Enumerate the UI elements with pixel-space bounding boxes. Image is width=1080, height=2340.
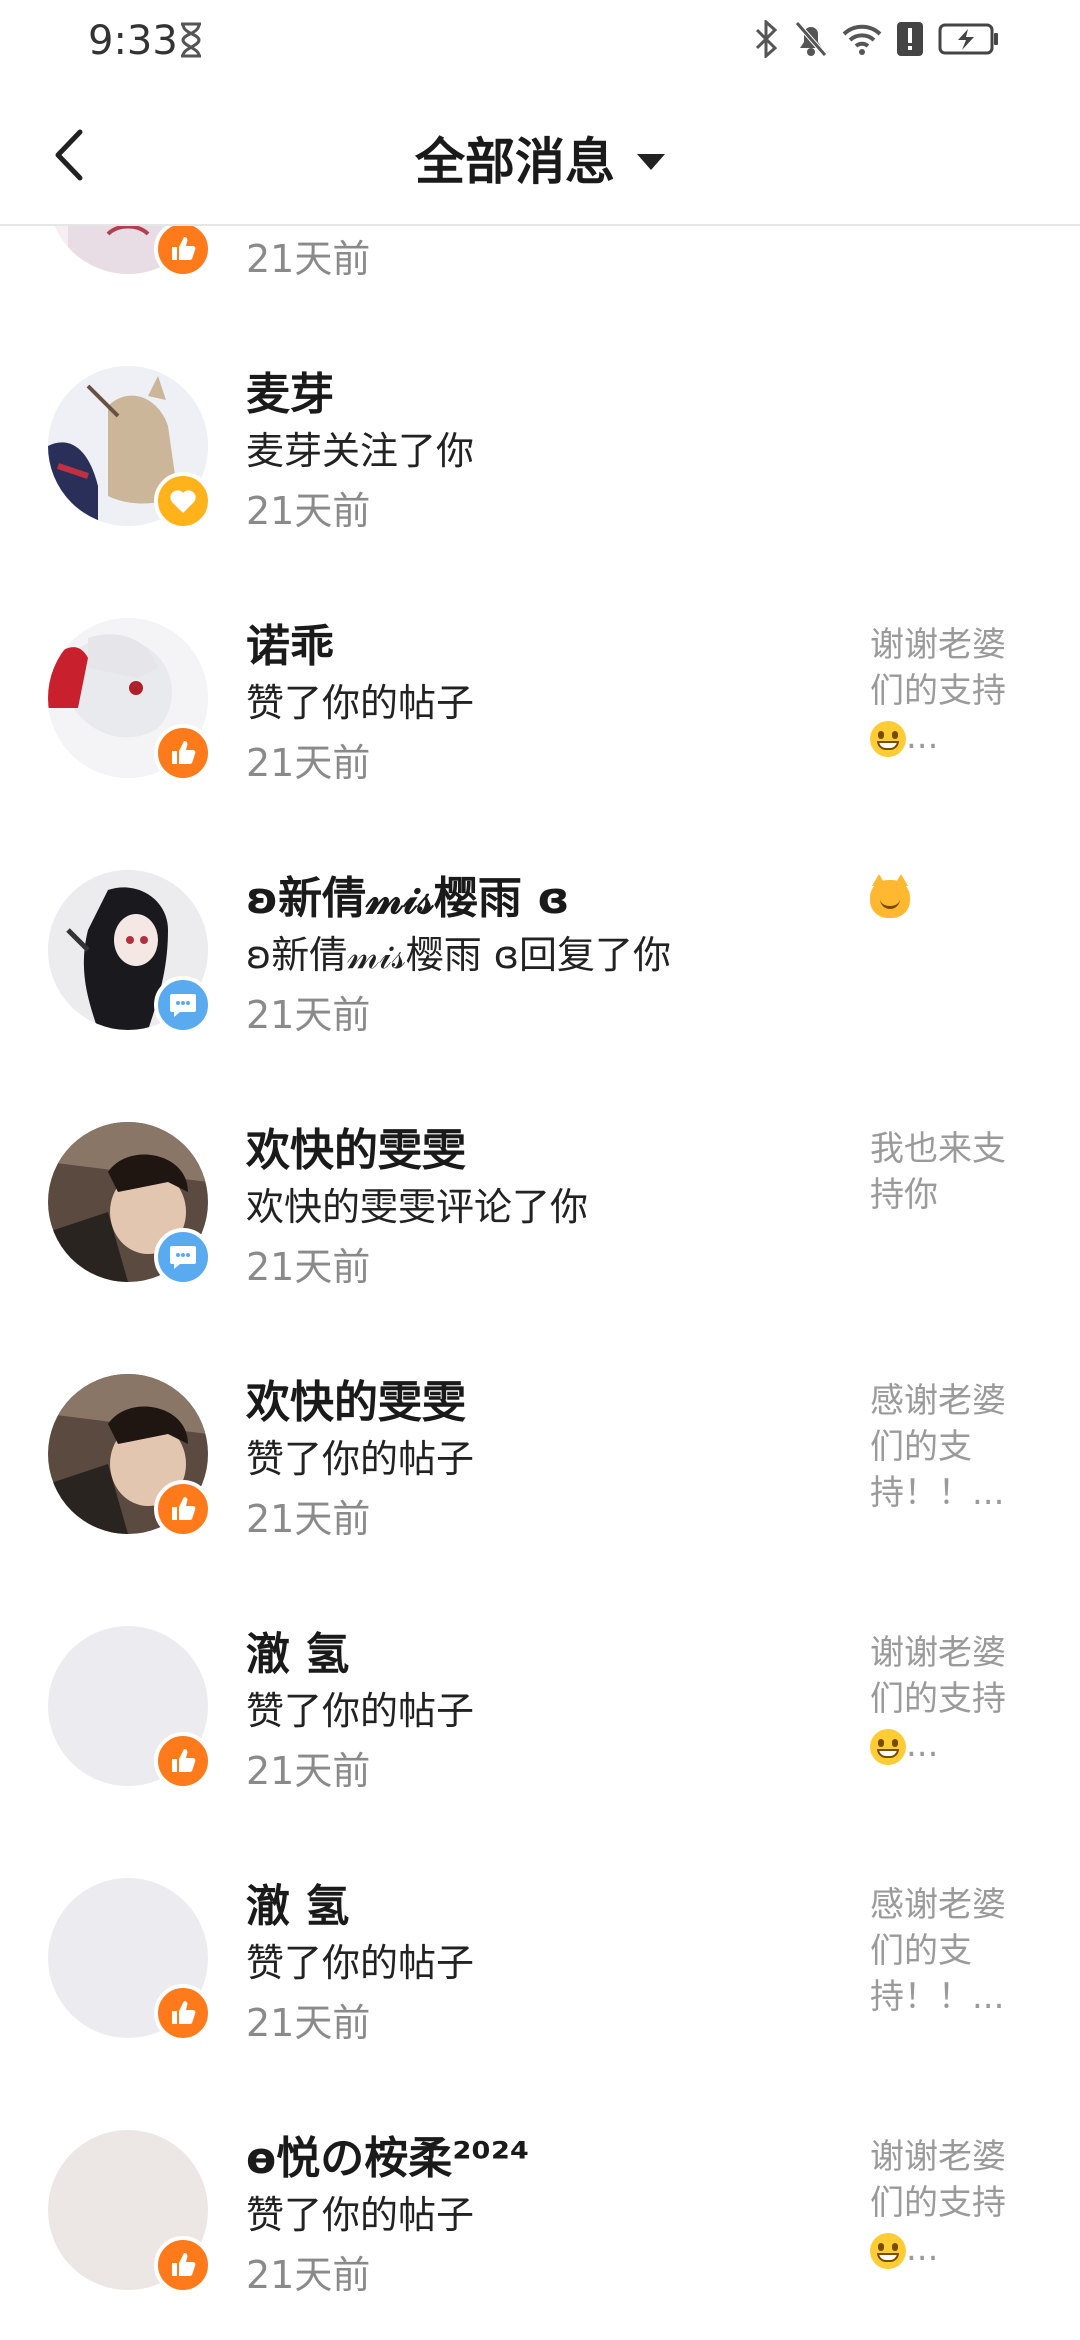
- page-title: 全部消息: [415, 133, 615, 191]
- notification-action: 赞了你的帖子: [246, 2193, 475, 2237]
- notification-action: ʚ新倩𝓂𝒾𝓈樱雨 ɞ回复了你: [246, 933, 672, 977]
- status-bar: 9:33: [0, 0, 1080, 84]
- user-name[interactable]: 欢快的雯雯: [246, 1366, 466, 1430]
- list-item[interactable]: 麦芽 麦芽关注了你 21天前: [0, 366, 1080, 618]
- list-item[interactable]: 21天前 持！！...: [0, 226, 1080, 366]
- list-item[interactable]: 澈 氢 赞了你的帖子 21天前 感谢老婆们的支持！！...: [0, 1878, 1080, 2130]
- notification-time: 21天前: [246, 1245, 371, 1289]
- notification-action: 赞了你的帖子: [246, 681, 475, 725]
- status-time: 9:33: [88, 18, 178, 64]
- notification-time: 21天前: [246, 2253, 371, 2297]
- app-header: 全部消息: [0, 84, 1080, 226]
- notification-time: 21天前: [246, 741, 371, 785]
- like-badge-icon: [154, 724, 212, 782]
- caret-down-icon: [637, 153, 665, 170]
- like-badge-icon: [154, 226, 212, 278]
- message-filter-dropdown[interactable]: 全部消息: [0, 122, 1080, 194]
- grin-emoji-icon: [870, 720, 906, 757]
- like-badge-icon: [154, 1732, 212, 1790]
- wifi-icon: [842, 24, 882, 55]
- grin-emoji-icon: [870, 1728, 906, 1765]
- battery-charging-icon: [938, 23, 998, 55]
- user-name[interactable]: ʚ新倩𝓂𝒾𝓈樱雨 ɞ: [246, 862, 569, 926]
- list-item[interactable]: 欢快的雯雯 欢快的雯雯评论了你 21天前 我也来支持你: [0, 1122, 1080, 1374]
- post-preview[interactable]: 谢谢老婆们的支持...: [870, 622, 1030, 760]
- cat-emoji-icon: [870, 873, 910, 918]
- post-preview[interactable]: 谢谢老婆们的支持...: [870, 2134, 1030, 2272]
- user-name[interactable]: 欢快的雯雯: [246, 1114, 466, 1178]
- user-name[interactable]: 麦芽: [246, 358, 334, 422]
- post-preview[interactable]: [870, 873, 1030, 920]
- notification-action: 赞了你的帖子: [246, 1689, 475, 1733]
- hourglass-icon: [181, 22, 201, 58]
- user-name[interactable]: 澈 氢: [246, 1870, 349, 1934]
- notification-time: 21天前: [246, 237, 371, 281]
- post-preview[interactable]: 感谢老婆们的支持！！...: [870, 1882, 1030, 2020]
- post-preview[interactable]: 我也来支持你: [870, 1126, 1030, 1218]
- list-item[interactable]: 诺乖 赞了你的帖子 21天前 谢谢老婆们的支持...: [0, 618, 1080, 870]
- list-item[interactable]: 澈 氢 赞了你的帖子 21天前 谢谢老婆们的支持...: [0, 1626, 1080, 1878]
- bluetooth-icon: [755, 20, 778, 58]
- bell-off-icon: [795, 21, 827, 57]
- alert-icon: [897, 22, 923, 56]
- notification-action: 赞了你的帖子: [246, 1437, 475, 1481]
- notification-time: 21天前: [246, 1497, 371, 1541]
- notification-time: 21天前: [246, 2001, 371, 2045]
- list-item[interactable]: ɵ悦の桉柔²⁰²⁴ 赞了你的帖子 21天前 谢谢老婆们的支持...: [0, 2130, 1080, 2340]
- notification-list[interactable]: 21天前 持！！... 麦芽 麦芽关注了你 21天前: [0, 226, 1080, 2340]
- comment-badge-icon: [154, 1228, 212, 1286]
- notification-time: 21天前: [246, 1749, 371, 1793]
- notification-action: 麦芽关注了你: [246, 429, 475, 473]
- follow-badge-icon: [154, 472, 212, 530]
- list-item[interactable]: 欢快的雯雯 赞了你的帖子 21天前 感谢老婆们的支持！！...: [0, 1374, 1080, 1626]
- user-name[interactable]: 澈 氢: [246, 1618, 349, 1682]
- list-item[interactable]: ʚ新倩𝓂𝒾𝓈樱雨 ɞ ʚ新倩𝓂𝒾𝓈樱雨 ɞ回复了你 21天前: [0, 870, 1080, 1122]
- post-preview[interactable]: 谢谢老婆们的支持...: [870, 1630, 1030, 1768]
- like-badge-icon: [154, 2236, 212, 2294]
- user-name[interactable]: ɵ悦の桉柔²⁰²⁴: [246, 2122, 529, 2186]
- post-preview[interactable]: 感谢老婆们的支持！！...: [870, 1378, 1030, 1516]
- grin-emoji-icon: [870, 2232, 906, 2269]
- notification-action: 欢快的雯雯评论了你: [246, 1185, 589, 1229]
- like-badge-icon: [154, 1984, 212, 2042]
- notification-time: 21天前: [246, 993, 371, 1037]
- notification-action: 赞了你的帖子: [246, 1941, 475, 1985]
- user-name[interactable]: 诺乖: [246, 610, 334, 674]
- notification-time: 21天前: [246, 489, 371, 533]
- comment-badge-icon: [154, 976, 212, 1034]
- like-badge-icon: [154, 1480, 212, 1538]
